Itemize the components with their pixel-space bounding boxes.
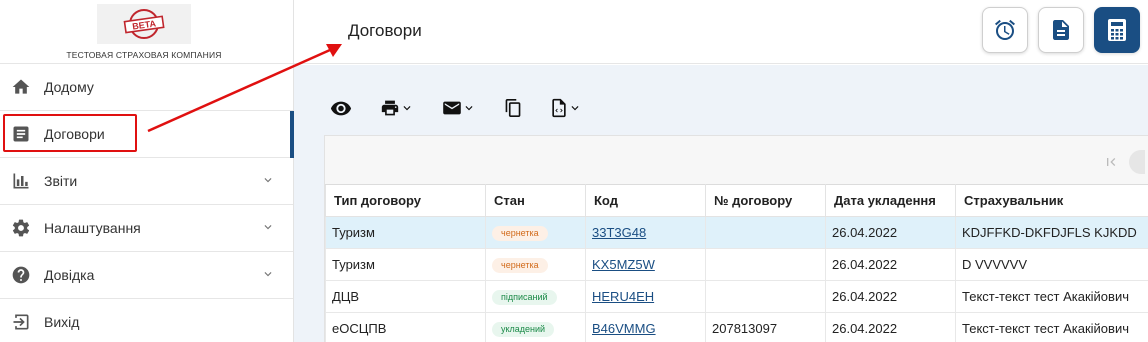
export-code-icon xyxy=(552,98,566,118)
status-badge: чернетка xyxy=(492,258,548,273)
document-icon xyxy=(10,123,32,145)
cell-date: 26.04.2022 xyxy=(825,248,956,281)
cell-number xyxy=(705,248,826,281)
column-header[interactable]: № договору xyxy=(705,184,826,217)
contract-code-link[interactable]: HERU4EH xyxy=(592,289,654,304)
export-menu-button[interactable] xyxy=(550,98,582,118)
table-row[interactable]: Туризм чернетка 33T3G48 26.04.2022 KDJFF… xyxy=(325,216,1148,249)
contract-code-link[interactable]: KX5MZ5W xyxy=(592,257,655,272)
chevron-down-icon xyxy=(403,106,411,111)
home-icon xyxy=(10,76,32,98)
reminders-button[interactable] xyxy=(982,7,1028,53)
column-header[interactable]: Стан xyxy=(485,184,586,217)
sidebar-item-home[interactable]: Додому xyxy=(0,64,293,111)
sidebar-item-label: Вихід xyxy=(44,314,80,330)
calculator-icon xyxy=(1108,19,1126,41)
cell-status: чернетка xyxy=(485,248,586,281)
sidebar-item-logout[interactable]: Вихід xyxy=(0,299,293,342)
cell-status: укладений xyxy=(485,312,586,342)
calculator-button[interactable] xyxy=(1094,7,1140,53)
sidebar-item-reports[interactable]: Звіти xyxy=(0,158,293,205)
chevron-down-icon xyxy=(264,272,272,277)
cell-date: 26.04.2022 xyxy=(825,312,956,342)
cell-number xyxy=(705,280,826,313)
company-name: ТЕСТОВАЯ СТРАХОВАЯ КОМПАНИЯ xyxy=(66,50,222,60)
contract-code-link[interactable]: 33T3G48 xyxy=(592,225,646,240)
cell-code: B46VMMG xyxy=(585,312,706,342)
logo-badge-text: BETA xyxy=(132,18,157,31)
status-badge: підписаний xyxy=(492,290,557,305)
pagination xyxy=(1103,150,1145,174)
cell-number xyxy=(705,216,826,249)
chevron-down-icon xyxy=(264,178,272,183)
table-header-row: Тип договору Стан Код № договору Дата ук… xyxy=(325,184,1148,217)
sidebar-item-help[interactable]: Довідка xyxy=(0,252,293,299)
copy-button[interactable] xyxy=(504,98,522,118)
email-icon xyxy=(443,101,461,115)
cell-code: HERU4EH xyxy=(585,280,706,313)
column-header[interactable]: Страхувальник xyxy=(955,184,1148,217)
cell-type: ДЦВ xyxy=(325,280,486,313)
cell-status: підписаний xyxy=(485,280,586,313)
contracts-toolbar xyxy=(330,97,610,119)
sidebar: BETA ТЕСТОВАЯ СТРАХОВАЯ КОМПАНИЯ Додому … xyxy=(0,0,294,342)
sidebar-item-settings[interactable]: Налаштування xyxy=(0,205,293,252)
prev-page-button[interactable] xyxy=(1129,150,1145,174)
table-row[interactable]: Туризм чернетка KX5MZ5W 26.04.2022 D VVV… xyxy=(325,248,1148,281)
cell-insured: KDJFFKD-DKFDJFLS KJKDD xyxy=(955,216,1148,249)
cell-code: 33T3G48 xyxy=(585,216,706,249)
cell-type: Туризм xyxy=(325,248,486,281)
cell-status: чернетка xyxy=(485,216,586,249)
sidebar-item-contracts[interactable]: Договори xyxy=(0,111,294,158)
sidebar-item-label: Налаштування xyxy=(44,220,141,236)
column-header[interactable]: Код xyxy=(585,184,706,217)
email-menu-button[interactable] xyxy=(442,100,476,116)
logout-icon xyxy=(10,311,32,333)
print-menu-button[interactable] xyxy=(380,99,414,117)
contract-code-link[interactable]: B46VMMG xyxy=(592,321,656,336)
bar-chart-icon xyxy=(10,170,32,192)
first-page-icon[interactable] xyxy=(1103,154,1119,170)
cell-number: 207813097 xyxy=(705,312,826,342)
print-icon xyxy=(381,100,399,116)
documents-button[interactable] xyxy=(1038,7,1084,53)
cell-date: 26.04.2022 xyxy=(825,216,956,249)
file-icon xyxy=(1053,20,1069,40)
cell-date: 26.04.2022 xyxy=(825,280,956,313)
view-button[interactable] xyxy=(330,100,352,116)
sidebar-item-label: Додому xyxy=(44,79,94,95)
column-header[interactable]: Дата укладення xyxy=(825,184,956,217)
page-header: Договори xyxy=(294,0,1148,64)
sidebar-item-label: Договори xyxy=(44,126,105,142)
beta-stamp-icon: BETA xyxy=(123,9,165,39)
cell-insured: Текст-текст тест Акакійович xyxy=(955,280,1148,313)
company-logo: BETA xyxy=(97,4,191,44)
chevron-down-icon xyxy=(465,106,473,111)
table-row[interactable]: ДЦВ підписаний HERU4EH 26.04.2022 Текст-… xyxy=(325,280,1148,313)
chevron-down-icon xyxy=(571,106,579,111)
cell-insured: D VVVVVV xyxy=(955,248,1148,281)
table-row[interactable]: еОСЦПВ укладений B46VMMG 207813097 26.04… xyxy=(325,312,1148,342)
company-logo-area: BETA ТЕСТОВАЯ СТРАХОВАЯ КОМПАНИЯ xyxy=(0,0,293,64)
status-badge: укладений xyxy=(492,322,555,337)
view-icon xyxy=(330,101,352,116)
cell-code: KX5MZ5W xyxy=(585,248,706,281)
help-icon xyxy=(10,264,32,286)
cell-type: Туризм xyxy=(325,216,486,249)
alarm-clock-icon xyxy=(995,19,1015,40)
contracts-table: Тип договору Стан Код № договору Дата ук… xyxy=(325,184,1148,342)
main-content: Тип договору Стан Код № договору Дата ук… xyxy=(294,65,1148,342)
cell-type: еОСЦПВ xyxy=(325,312,486,342)
sidebar-item-label: Довідка xyxy=(44,267,95,283)
column-header[interactable]: Тип договору xyxy=(325,184,486,217)
status-badge: чернетка xyxy=(492,226,548,241)
chevron-down-icon xyxy=(264,225,272,230)
sidebar-item-label: Звіти xyxy=(44,173,78,189)
gear-icon xyxy=(10,217,32,239)
copy-icon xyxy=(505,99,521,117)
page-title: Договори xyxy=(348,21,422,40)
cell-insured: Текст-текст тест Акакійович xyxy=(955,312,1148,342)
contracts-panel: Тип договору Стан Код № договору Дата ук… xyxy=(324,135,1148,342)
